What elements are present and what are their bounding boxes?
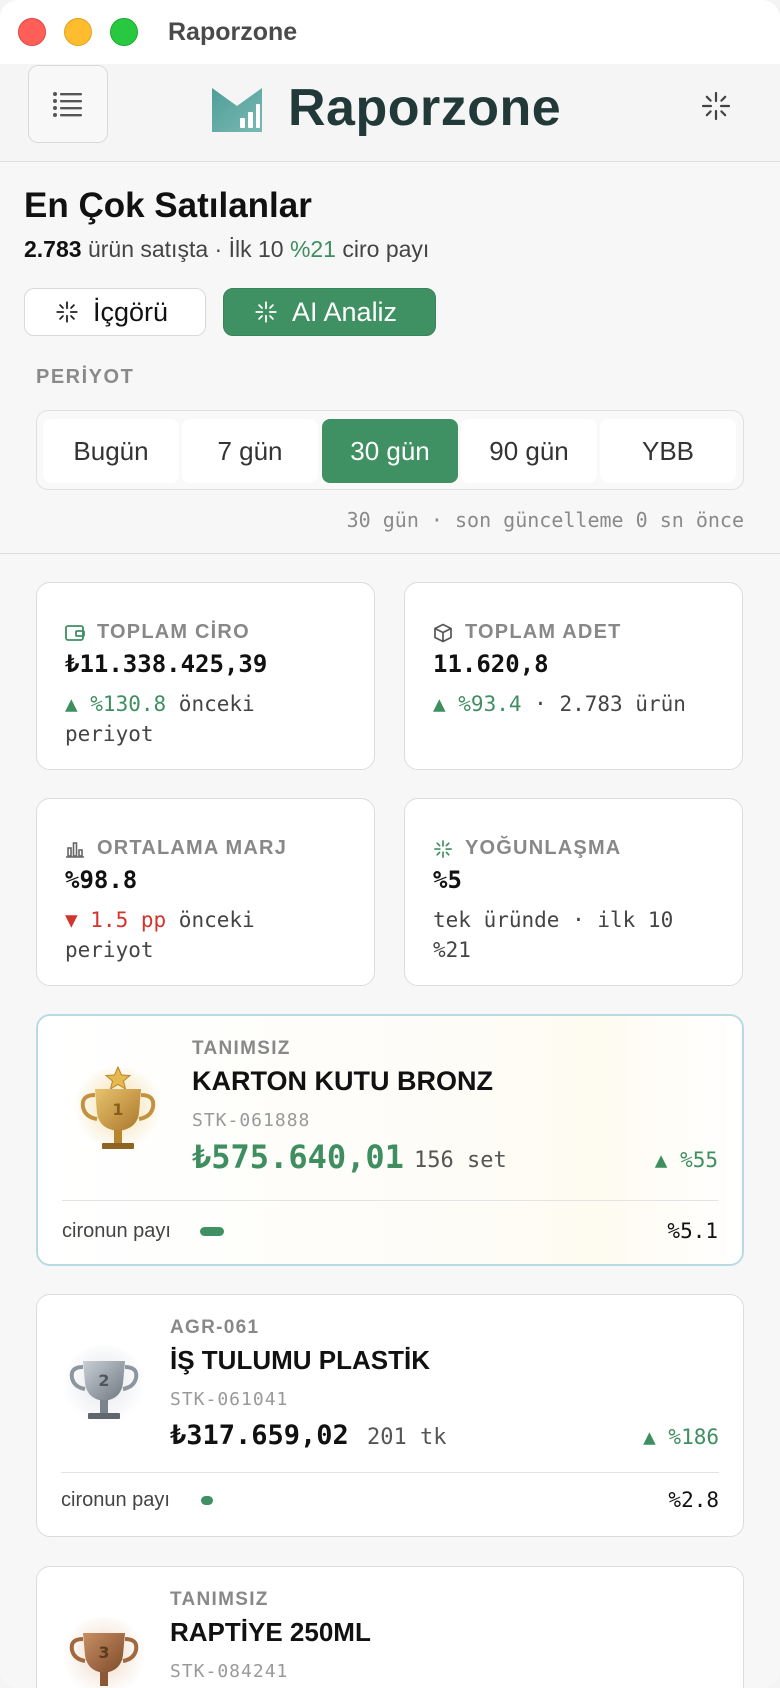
sparkle-icon[interactable] [700, 90, 732, 122]
app-header: Raporzone [0, 64, 780, 162]
product-growth: ▲ %55 [654, 1148, 718, 1172]
gold-trophy-icon: 1 [74, 1065, 162, 1155]
sparkle-icon [56, 301, 78, 323]
share-value: %5.1 [667, 1219, 718, 1243]
rank-number: 2 [98, 1371, 109, 1390]
kpi-total-revenue[interactable]: TOPLAM CİRO ₺11.338.425,39 ▲ %130.8 önce… [36, 582, 375, 770]
share-bar [201, 1496, 213, 1505]
section-divider [0, 553, 780, 554]
bar-chart-icon [66, 841, 84, 858]
kpi-note: tek üründe · ilk 10 %21 [433, 905, 723, 965]
share-value: %2.8 [668, 1488, 719, 1512]
product-name: RAPTİYE 250ML [170, 1617, 371, 1647]
subtitle-mid: ürün satışta · İlk 10 [87, 236, 284, 262]
kpi-note: ▲ %93.4 · 2.783 ürün [433, 689, 723, 719]
page-title: En Çok Satılanlar [24, 186, 312, 225]
silver-trophy-icon: 2 [62, 1345, 146, 1429]
ranking-card-2[interactable]: 2 AGR-061 İŞ TULUMU PLASTİK STK-061041 ₺… [36, 1294, 744, 1537]
ai-analysis-button[interactable]: AI Analiz [223, 288, 436, 336]
share-bar [200, 1227, 224, 1236]
kpi-delta: ▲ %93.4 [433, 692, 522, 716]
product-quantity: 201 tk [367, 1425, 447, 1450]
kpi-label: ORTALAMA MARJ [97, 837, 288, 859]
period-label: PERİYOT [36, 366, 135, 388]
kpi-value: %5 [433, 866, 462, 894]
product-growth: ▲ %186 [643, 1425, 719, 1449]
card-divider [62, 1200, 718, 1201]
share-label: cironun payı [62, 1220, 171, 1242]
kpi-header: ORTALAMA MARJ [65, 837, 287, 860]
kpi-note-text: tek üründe · ilk 10 %21 [433, 908, 674, 962]
kpi-note: ▲ %130.8 önceki periyot [65, 689, 355, 749]
kpi-header: YOĞUNLAŞMA [433, 837, 621, 860]
sparkle-icon [255, 301, 277, 323]
period-30-days[interactable]: 30 gün [322, 419, 458, 483]
page-subtitle: 2.783 ürün satışta · İlk 10 %21 ciro pay… [24, 236, 429, 263]
product-category: TANIMSIZ [170, 1589, 269, 1610]
hamburger-icon [53, 92, 82, 117]
menu-button[interactable] [28, 65, 108, 143]
rank-number: 1 [112, 1100, 123, 1119]
period-7-days[interactable]: 7 gün [182, 419, 318, 483]
kpi-label: TOPLAM ADET [465, 621, 622, 643]
product-revenue: ₺575.640,01 [192, 1138, 404, 1176]
wallet-icon [65, 624, 85, 641]
box-icon [434, 623, 452, 642]
kpi-concentration[interactable]: YOĞUNLAŞMA %5 tek üründe · ilk 10 %21 [404, 798, 743, 986]
product-revenue: ₺317.659,02 [170, 1420, 349, 1451]
share-label: cironun payı [61, 1489, 170, 1511]
product-name: İŞ TULUMU PLASTİK [170, 1345, 430, 1375]
product-count: 2.783 [24, 236, 82, 262]
top10-share: %21 [289, 236, 336, 262]
brand-name: Raporzone [288, 79, 562, 137]
rank-number: 3 [98, 1643, 109, 1662]
kpi-note-text: · 2.783 ürün [521, 692, 686, 716]
ai-analysis-label: AI Analiz [292, 296, 398, 327]
period-today[interactable]: Bugün [43, 419, 179, 483]
kpi-label: TOPLAM CİRO [97, 621, 250, 643]
product-name: KARTON KUTU BRONZ [192, 1066, 493, 1096]
maximize-window-button[interactable] [110, 18, 138, 46]
insight-label: İçgörü [93, 296, 169, 327]
kpi-average-margin[interactable]: ORTALAMA MARJ %98.8 ▼ 1.5 pp önceki peri… [36, 798, 375, 986]
product-sku: STK-084241 [170, 1661, 289, 1682]
kpi-header: TOPLAM ADET [433, 621, 622, 644]
close-window-button[interactable] [18, 18, 46, 46]
bronze-trophy-icon: 3 [62, 1617, 146, 1688]
kpi-header: TOPLAM CİRO [65, 621, 250, 644]
kpi-total-quantity[interactable]: TOPLAM ADET 11.620,8 ▲ %93.4 · 2.783 ürü… [404, 582, 743, 770]
minimize-window-button[interactable] [64, 18, 92, 46]
product-sku: STK-061888 [192, 1110, 311, 1131]
logo-mark-icon [212, 88, 262, 132]
window-title: Raporzone [168, 18, 298, 46]
kpi-value: %98.8 [65, 866, 138, 894]
period-selector: Bugün 7 gün 30 gün 90 gün YBB [36, 410, 744, 490]
subtitle-end: ciro payı [342, 236, 430, 262]
product-category: AGR-061 [170, 1317, 260, 1338]
update-note: 30 gün · son güncelleme 0 sn önce [346, 508, 744, 532]
insight-button[interactable]: İçgörü [24, 288, 206, 336]
ranking-card-3[interactable]: 3 TANIMSIZ RAPTİYE 250ML STK-084241 [36, 1566, 744, 1688]
period-90-days[interactable]: 90 gün [461, 419, 597, 483]
product-quantity: 156 set [414, 1148, 507, 1173]
kpi-note: ▼ 1.5 pp önceki periyot [65, 905, 355, 965]
product-sku: STK-061041 [170, 1389, 289, 1410]
title-bar: Raporzone [0, 0, 780, 64]
sparkle-icon [434, 839, 452, 858]
kpi-value: 11.620,8 [433, 650, 549, 678]
kpi-delta: ▼ 1.5 pp [65, 908, 167, 932]
app-window: Raporzone Raporzone En Çok Satılanlar 2.… [0, 0, 780, 1688]
brand-logo[interactable]: Raporzone [210, 78, 561, 138]
kpi-value: ₺11.338.425,39 [65, 650, 268, 678]
ranking-card-1[interactable]: 1 TANIMSIZ KARTON KUTU BRONZ STK-061888 … [36, 1014, 744, 1266]
kpi-label: YOĞUNLAŞMA [465, 837, 622, 859]
kpi-delta: ▲ %130.8 [65, 692, 167, 716]
product-category: TANIMSIZ [192, 1038, 291, 1059]
period-ytd[interactable]: YBB [600, 419, 736, 483]
card-divider [61, 1472, 719, 1473]
